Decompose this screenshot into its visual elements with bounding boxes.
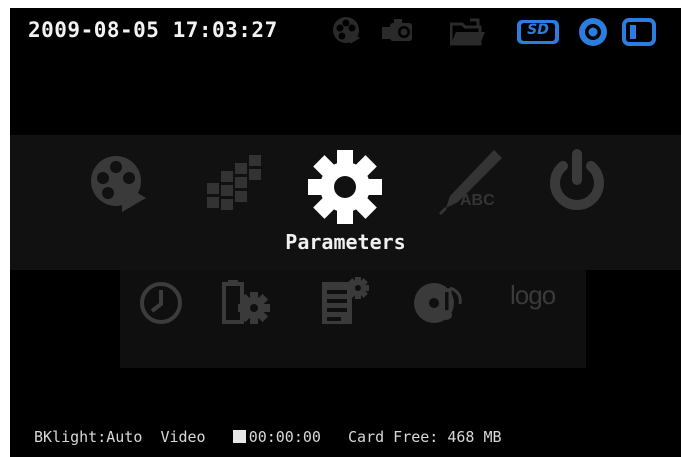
card-free-status: Card Free: 468 MB (348, 428, 502, 446)
sd-card-label: SD (527, 22, 549, 38)
gear-icon[interactable] (306, 148, 384, 226)
datetime-display: 2009-08-05 17:03:27 (28, 18, 278, 42)
pen-abc-label: ABC (460, 192, 495, 209)
sd-card-icon: SD (517, 20, 559, 44)
folder-icon (450, 18, 485, 46)
record-indicator-icon (232, 430, 246, 443)
video-playback-icon[interactable] (88, 154, 152, 214)
selected-menu-label: Parameters (285, 230, 406, 254)
list-settings-icon[interactable] (318, 276, 372, 328)
film-reel-icon (333, 17, 360, 44)
audio-disc-icon[interactable] (412, 280, 466, 326)
logo-icon-text: logo (510, 280, 556, 310)
document-settings-icon[interactable] (218, 278, 274, 328)
backlight-status: BKlight:Auto (34, 428, 143, 446)
clock-icon[interactable] (138, 280, 184, 326)
bottom-status-bar: BKlight:Auto Video 00:00:00 Card Free: 4… (34, 428, 502, 446)
top-status-bar: 2009-08-05 17:03:27 SD (10, 8, 681, 54)
pen-abc-icon[interactable]: ABC (438, 148, 506, 218)
power-icon[interactable] (545, 148, 609, 214)
battery-icon (622, 18, 656, 46)
timer-status: 00:00:00 (248, 428, 321, 446)
record-icon (579, 18, 607, 46)
camera-icon (382, 19, 412, 41)
logo-icon[interactable]: logo (510, 280, 570, 320)
mosaic-icon[interactable] (205, 155, 269, 211)
mode-status: Video (160, 428, 206, 446)
camera-screen: 2009-08-05 17:03:27 SD ABC Parameters lo… (10, 8, 681, 457)
